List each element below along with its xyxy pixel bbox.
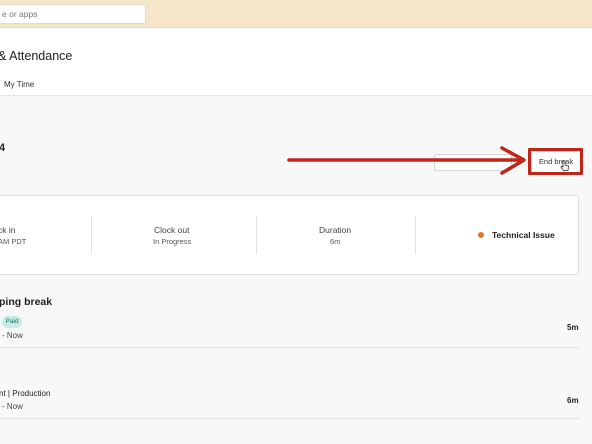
cursor-hand-icon: [560, 160, 569, 171]
annotation-arrow-icon: [287, 146, 526, 175]
